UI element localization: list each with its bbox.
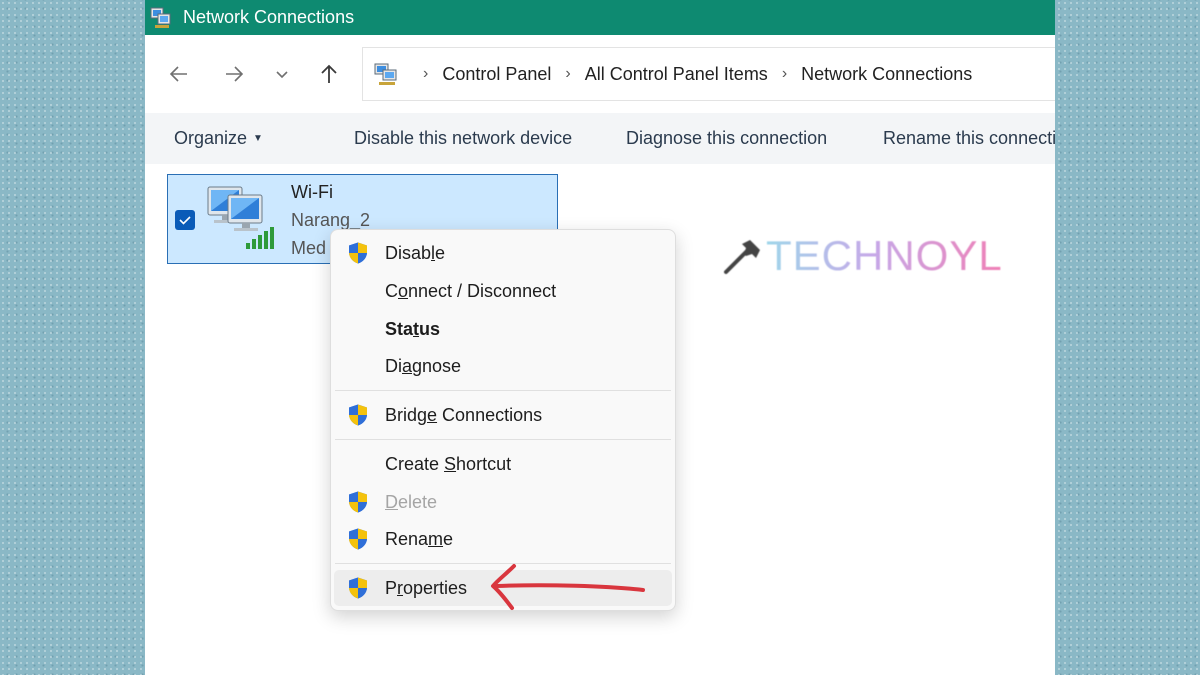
connection-network: Narang_2 — [291, 210, 371, 230]
breadcrumb-separator-icon: › — [423, 65, 429, 82]
context-menu: Disable Connect / Disconnect Status Diagnos… — [330, 229, 676, 611]
menu-item-rename[interactable]: Rename — [334, 521, 672, 557]
breadcrumb-separator-icon: › — [781, 65, 788, 82]
menu-item-label: Connect / Disconnect — [385, 281, 557, 301]
uac-shield-icon — [349, 242, 367, 264]
menu-item-label: Bridge Connections — [385, 405, 543, 425]
rename-connection-button[interactable]: Rename this connecti — [883, 128, 1055, 149]
menu-item-label: Status — [385, 319, 441, 339]
breadcrumb-all-control-panel-items[interactable]: All Control Panel Items — [585, 64, 768, 85]
organize-label: Organize — [174, 128, 248, 148]
wireless-adapter-icon — [207, 186, 274, 249]
selection-checkbox[interactable] — [175, 210, 195, 230]
network-folder-icon — [374, 63, 397, 85]
menu-item-status[interactable]: Status — [334, 311, 672, 347]
address-bar[interactable]: › Control Panel › All Control Panel Item… — [362, 47, 1055, 101]
forward-button[interactable] — [219, 61, 249, 87]
hammer-logo-icon — [724, 240, 760, 274]
watermark-text: TECHNOYL — [766, 232, 1003, 279]
breadcrumb-separator-icon: › — [565, 65, 571, 82]
checkmark-icon — [179, 216, 191, 225]
up-button[interactable] — [314, 61, 344, 87]
command-bar: Organize ▼ Disable this network device Di… — [145, 113, 1055, 164]
menu-item-label: Properties — [385, 578, 468, 598]
menu-separator — [335, 439, 671, 440]
menu-item-create-shortcut[interactable]: Create Shortcut — [334, 446, 672, 482]
menu-item-diagnose[interactable]: Diagnose — [334, 348, 672, 384]
disable-device-button[interactable]: Disable this network device — [354, 128, 572, 149]
uac-shield-icon — [349, 491, 367, 513]
uac-shield-icon — [349, 528, 367, 550]
breadcrumb-control-panel[interactable]: Control Panel — [442, 64, 551, 85]
back-button[interactable] — [164, 61, 194, 87]
recent-locations-button[interactable] — [267, 61, 297, 87]
breadcrumb-network-connections[interactable]: Network Connections — [801, 64, 972, 85]
menu-item-label: Create Shortcut — [385, 454, 512, 474]
navigation-bar: › Control Panel › All Control Panel Item… — [145, 35, 1055, 113]
uac-shield-icon — [349, 404, 367, 426]
chevron-down-icon — [276, 71, 288, 79]
connection-adapter: Med — [291, 238, 327, 258]
menu-item-bridge-connections[interactable]: Bridge Connections — [334, 397, 672, 433]
arrow-right-icon — [226, 66, 244, 82]
connection-name: Wi-Fi — [291, 182, 333, 202]
menu-item-label: Diagnose — [385, 356, 462, 376]
caret-down-icon: ▼ — [253, 133, 263, 144]
uac-shield-icon — [349, 577, 367, 599]
window-title: Network Connections — [183, 7, 355, 27]
arrow-left-icon — [169, 66, 187, 82]
menu-separator — [335, 390, 671, 391]
network-connections-app-icon — [150, 7, 171, 28]
menu-item-label: Disable — [385, 243, 446, 263]
watermark: TECHNOYL — [722, 232, 1003, 279]
diagnose-connection-button[interactable]: Diagnose this connection — [626, 128, 827, 149]
menu-item-label: Rename — [385, 529, 454, 549]
menu-item-connect-disconnect[interactable]: Connect / Disconnect — [334, 273, 672, 309]
menu-item-delete[interactable]: Delete — [334, 484, 672, 520]
menu-item-label: Delete — [385, 492, 438, 512]
arrow-up-icon — [321, 64, 337, 83]
title-bar: Network Connections — [145, 0, 1055, 35]
menu-item-disable[interactable]: Disable — [334, 235, 672, 271]
annotation-arrow-icon — [491, 564, 645, 610]
organize-button[interactable]: Organize ▼ — [174, 128, 263, 149]
